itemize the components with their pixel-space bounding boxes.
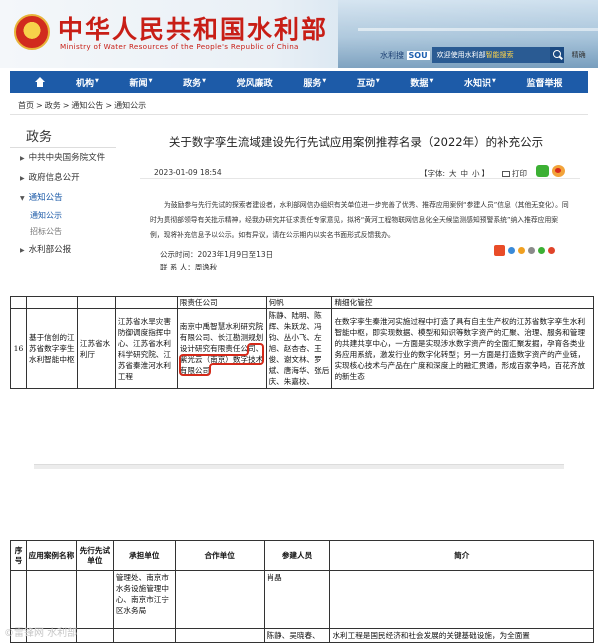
nav-item-report[interactable]: 监督举报 — [527, 76, 563, 89]
table-cell: 精细化管控 — [331, 296, 594, 309]
column-header: 承担单位 — [112, 540, 176, 571]
home-icon[interactable] — [35, 77, 46, 87]
share-dot-icon[interactable] — [518, 246, 525, 254]
nav-item-interaction[interactable]: 互动▼ — [357, 76, 380, 89]
sidebar-item-info-disclosure[interactable]: ▶ 政府信息公开 — [10, 168, 116, 188]
triangle-right-icon: ▶ — [20, 247, 25, 254]
wechat-icon[interactable] — [536, 165, 549, 177]
case-name: 基于信创的江苏省数字孪生水利智能中枢 — [25, 308, 78, 389]
search-input[interactable]: 欢迎使用水利部智能搜索 — [431, 47, 550, 63]
column-header: 简介 — [329, 540, 594, 571]
lead-unit: 江苏省水旱灾害防御调度指挥中心、江苏省水利科学研究院、江苏省秦淮河水利工程 — [114, 308, 178, 389]
table-row: 管理处、南京市水务设施管理中心、南京市江宁区水务局 肖晶 — [10, 570, 594, 629]
national-emblem-icon[interactable]: ★ — [14, 14, 50, 50]
weibo-icon[interactable] — [552, 165, 565, 177]
column-header: 序号 — [10, 540, 27, 571]
share-dot-icon[interactable] — [528, 246, 535, 254]
nav-item-institutions[interactable]: 机构▼ — [76, 76, 99, 89]
sidebar-item-notices[interactable]: ▼ 通知公告 — [10, 188, 116, 208]
participants: 肖晶 — [263, 570, 331, 629]
nav-item-services[interactable]: 服务▼ — [303, 76, 326, 89]
sidebar: 政务 ▶ 中共中央国务院文件 ▶ 政府信息公开 ▼ 通知公告 通知公示 招标公告 ▶ 水… — [10, 120, 116, 270]
column-header: 先行先试单位 — [75, 540, 114, 571]
cooperation-unit: 南京中禹智慧水利研究院有限公司、长江勘测规划设计研究有限责任公司、紫光云（南京）… — [176, 308, 267, 389]
sidebar-subitem-tenders[interactable]: 招标公告 — [10, 224, 116, 240]
site-subtitle: Ministry of Water Resources of the Peopl… — [60, 42, 299, 51]
divider — [140, 178, 580, 179]
table-cell: 限责任公司 — [176, 296, 267, 309]
watermark: ©雷锋网 水利部 — [4, 628, 78, 639]
font-medium-button[interactable]: 中 — [461, 169, 469, 178]
table-row: 陈静、吴晓春、 水利工程是国民经济和社会发展的关键基础设施，为全面置 — [10, 628, 594, 643]
printer-icon — [502, 171, 510, 177]
site-header: ★ 中华人民共和国水利部 Ministry of Water Resources… — [0, 0, 598, 68]
share-dot-icon[interactable] — [508, 246, 515, 254]
main-nav: 机构▼ 新闻▼ 政务▼ 党风廉政 服务▼ 互动▼ 数据▼ 水知识▼ 监督举报 — [10, 71, 588, 93]
share-icon[interactable] — [494, 244, 505, 256]
share-dot-icon[interactable] — [538, 246, 545, 254]
table-row: 限责任公司 何帆 精细化管控 — [10, 296, 594, 309]
table-header-row: 序号 应用案例名称 先行先试单位 承担单位 合作单位 参建人员 简介 — [10, 540, 594, 571]
triangle-right-icon: ▶ — [20, 155, 25, 162]
breadcrumb-notices[interactable]: 通知公告 — [71, 101, 103, 110]
nav-item-party-integrity[interactable]: 党风廉政 — [237, 76, 273, 89]
breadcrumb-current[interactable]: 通知公示 — [114, 101, 146, 110]
nav-item-government[interactable]: 政务▼ — [183, 76, 206, 89]
participants: 陈静、陆明、陈辉、朱跃龙、冯钧、丛小飞、左旭、赵杏杏、王俊、谢文林、罗斌、唐海华… — [265, 308, 333, 389]
sidebar-item-central-docs[interactable]: ▶ 中共中央国务院文件 — [10, 148, 116, 168]
breadcrumb: 首页 > 政务 > 通知公告 > 通知公示 — [18, 101, 147, 110]
table-cell: 何帆 — [265, 296, 333, 309]
row-number: 16 — [10, 308, 27, 389]
triangle-down-icon: ▼ — [20, 195, 25, 202]
font-small-button[interactable]: 小 — [472, 169, 480, 178]
share-dot-icon[interactable] — [548, 246, 555, 254]
nav-item-water-knowledge[interactable]: 水知识▼ — [464, 76, 496, 89]
advanced-search-link[interactable]: 精确 — [572, 50, 586, 60]
document-table-2: 序号 应用案例名称 先行先试单位 承担单位 合作单位 参建人员 简介 管理处、南… — [10, 540, 594, 643]
article-date: 2023-01-09 18:54 — [154, 168, 222, 177]
document-table-1: 限责任公司 何帆 精细化管控 16 基于信创的江苏省数字孪生水利智能中枢 江苏省… — [10, 296, 594, 389]
column-header: 应用案例名称 — [25, 540, 77, 571]
sidebar-title: 政务 — [10, 120, 116, 148]
share-bar — [494, 244, 555, 256]
table-row: 16 基于信创的江苏省数字孪生水利智能中枢 江苏省水利厅 江苏省水旱灾害防御调度… — [10, 308, 594, 389]
column-header: 合作单位 — [174, 540, 265, 571]
article: 关于数字孪生流域建设先行先试应用案例推荐名录（2022年）的补充公示 2023-… — [124, 120, 588, 270]
search-area: 水利搜 SOU 欢迎使用水利部智能搜索 精确 — [380, 46, 586, 64]
sidebar-item-bulletin[interactable]: ▶ 水利部公报 — [10, 240, 116, 260]
article-body: 为鼓励参与先行先试的探索者建设者，水利部网信办组织有关单位进一步完善了优秀、推荐… — [150, 201, 569, 239]
column-header: 参建人员 — [263, 540, 331, 571]
breadcrumb-home[interactable]: 首页 — [18, 101, 34, 110]
sidebar-subitem-announcements[interactable]: 通知公示 — [10, 208, 116, 224]
site-title[interactable]: 中华人民共和国水利部 — [58, 10, 328, 46]
search-brand: 水利搜 SOU — [380, 50, 430, 60]
nav-item-news[interactable]: 新闻▼ — [130, 76, 153, 89]
search-icon[interactable] — [549, 47, 564, 63]
page-separator — [34, 464, 564, 469]
case-description: 水利工程是国民经济和社会发展的关键基础设施，为全面置 — [329, 628, 594, 643]
divider — [10, 114, 588, 115]
case-description: 在数字孪生秦淮河实施过程中打造了具有自主生产权的江苏省数字孪生水利智能中枢，即实… — [331, 308, 594, 389]
lead-unit: 管理处、南京市水务设施管理中心、南京市江宁区水务局 — [112, 570, 176, 629]
article-contact: 联 系 人：周逸秋 — [160, 263, 218, 270]
font-large-button[interactable]: 大 — [449, 169, 457, 178]
nav-item-data[interactable]: 数据▼ — [410, 76, 433, 89]
breadcrumb-government[interactable]: 政务 — [45, 101, 61, 110]
article-meta: 2023-01-09 18:54 【字体: 大中小】 打印 — [124, 164, 588, 184]
participants: 陈静、吴晓春、 — [263, 628, 331, 643]
article-title: 关于数字孪生流域建设先行先试应用案例推荐名录（2022年）的补充公示 — [168, 135, 544, 149]
pilot-unit: 江苏省水利厅 — [76, 308, 116, 389]
triangle-right-icon: ▶ — [20, 175, 25, 182]
